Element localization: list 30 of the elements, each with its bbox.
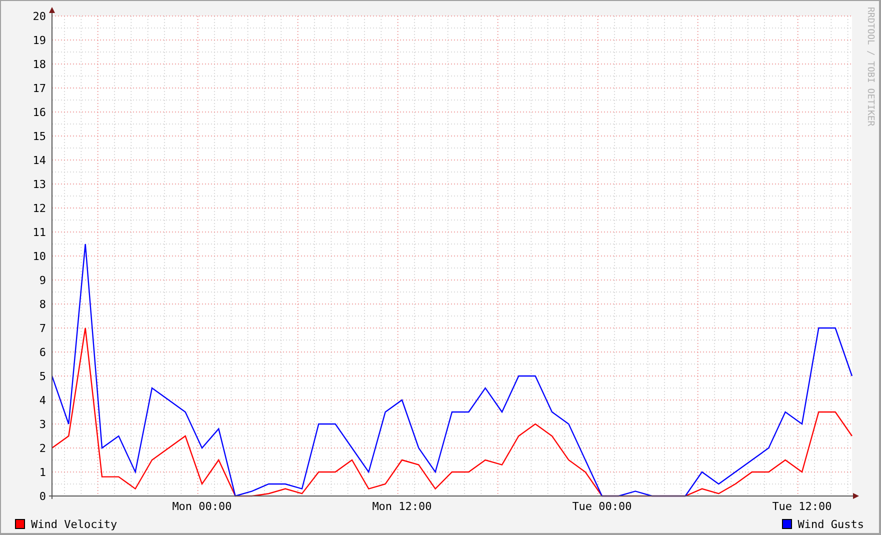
y-tick-label: 15 [32, 130, 46, 143]
y-tick-label: 18 [32, 58, 46, 71]
legend-label: Wind Gusts [798, 518, 864, 530]
y-tick-label: 7 [39, 322, 46, 335]
y-tick-label: 11 [32, 226, 46, 239]
legend-swatch [782, 519, 792, 529]
y-tick-label: 16 [32, 106, 46, 119]
y-tick-label: 10 [32, 250, 46, 263]
y-tick-label: 13 [32, 178, 46, 191]
y-tick-label: 4 [39, 394, 46, 407]
credit-text: RRDTOOL / TOBI OETIKER [865, 7, 875, 126]
y-tick-label: 0 [39, 490, 46, 503]
y-tick-label: 5 [39, 370, 46, 383]
y-tick-label: 2 [39, 442, 46, 455]
y-tick-label: 19 [32, 34, 46, 47]
x-tick-label: Tue 00:00 [572, 500, 632, 513]
x-tick-label: Mon 00:00 [172, 500, 232, 513]
y-tick-label: 3 [39, 418, 46, 431]
y-tick-label: 8 [39, 298, 46, 311]
y-tick-label: 1 [39, 466, 46, 479]
y-tick-label: 12 [32, 202, 46, 215]
y-tick-label: 9 [39, 274, 46, 287]
y-tick-label: 14 [32, 154, 46, 167]
x-tick-label: Mon 12:00 [372, 500, 432, 513]
y-tick-label: 17 [32, 82, 46, 95]
legend-label: Wind Velocity [31, 518, 118, 530]
legend-swatch [15, 519, 25, 529]
y-tick-label: 20 [32, 10, 46, 23]
x-tick-label: Tue 12:00 [772, 500, 832, 513]
y-tick-label: 6 [39, 346, 46, 359]
